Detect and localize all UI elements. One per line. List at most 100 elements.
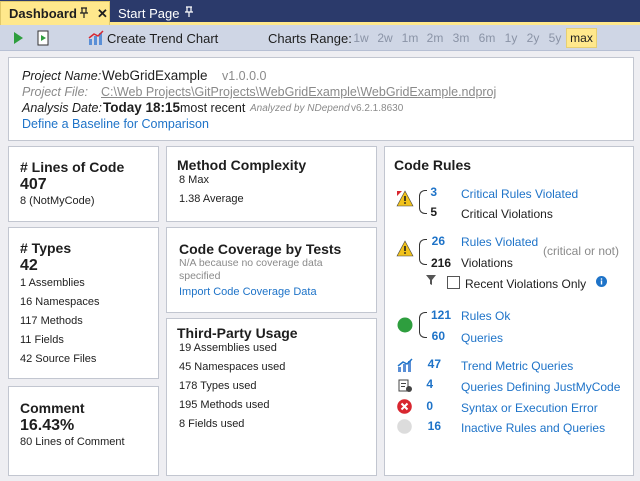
range-6m[interactable]: 6m <box>476 28 498 48</box>
pin-icon[interactable] <box>79 7 89 22</box>
code-rules-title: Code Rules <box>394 157 472 173</box>
loc-value[interactable]: 407 <box>20 176 47 194</box>
queries-link[interactable]: Queries <box>461 331 503 345</box>
types-source-files[interactable]: 42 Source Files <box>20 353 96 365</box>
syntax-error-count[interactable]: 0 <box>425 399 433 413</box>
coverage-title: Code Coverage by Tests <box>179 241 342 257</box>
create-trend-chart-button[interactable]: Create Trend Chart <box>107 31 218 46</box>
error-icon <box>397 399 412 417</box>
warning-icon <box>396 240 414 260</box>
loc-title: # Lines of Code <box>20 159 125 175</box>
inactive-status-icon <box>397 419 412 437</box>
range-max[interactable]: max <box>566 28 597 48</box>
trend-chart-icon[interactable] <box>88 30 104 46</box>
trend-metric-icon <box>397 357 413 376</box>
project-file-path[interactable]: C:\Web Projects\GitProjects\WebGridExamp… <box>101 85 496 99</box>
range-5y[interactable]: 5y <box>545 28 565 48</box>
rules-violated-link[interactable]: Rules Violated <box>461 235 538 249</box>
range-1w[interactable]: 1w <box>350 28 372 48</box>
analysis-date-label: Analysis Date: <box>22 101 102 115</box>
rules-violated-count[interactable]: 26 <box>425 234 445 248</box>
justmycode-icon <box>397 378 413 397</box>
run-analysis-icon[interactable] <box>10 30 26 46</box>
complexity-max[interactable]: 8 Max <box>179 174 209 186</box>
most-recent-label: most recent <box>180 101 246 115</box>
analysis-date: Today 18:15 <box>103 100 181 115</box>
rules-ok-count[interactable]: 121 <box>425 308 451 322</box>
close-icon[interactable]: ✕ <box>97 6 108 22</box>
info-icon[interactable] <box>596 276 607 290</box>
project-version: v1.0.0.0 <box>222 69 267 83</box>
queries-count[interactable]: 60 <box>425 329 445 343</box>
tab-start-page[interactable]: Start Page <box>110 1 202 25</box>
inactive-link[interactable]: Inactive Rules and Queries <box>461 421 605 435</box>
ok-status-icon <box>397 317 413 336</box>
range-1y[interactable]: 1y <box>501 28 521 48</box>
ndepend-version: v6.2.1.8630 <box>351 103 404 114</box>
comment-lines[interactable]: 80 Lines of Comment <box>20 436 125 448</box>
trend-metric-count[interactable]: 47 <box>425 357 441 371</box>
recent-violations-checkbox[interactable] <box>447 276 460 289</box>
coverage-na-line1: N/A because no coverage data <box>179 257 323 269</box>
tab-dashboard[interactable]: Dashboard ✕ <box>0 1 110 25</box>
inactive-count[interactable]: 16 <box>425 419 441 433</box>
recent-violations-label[interactable]: Recent Violations Only <box>465 277 586 291</box>
thirdparty-methods[interactable]: 195 Methods used <box>179 399 270 411</box>
critical-violations-label: Critical Violations <box>461 207 553 221</box>
complexity-average[interactable]: 1.38 Average <box>179 193 244 205</box>
critical-or-not-label: (critical or not) <box>543 244 620 258</box>
range-3m[interactable]: 3m <box>450 28 472 48</box>
thirdparty-namespaces[interactable]: 45 Namespaces used <box>179 361 285 373</box>
types-assemblies[interactable]: 1 Assemblies <box>20 277 85 289</box>
charts-range-label: Charts Range: <box>268 31 352 46</box>
thirdparty-title: Third-Party Usage <box>177 325 298 341</box>
coverage-na-line2: specified <box>179 270 221 282</box>
violations-count[interactable]: 216 <box>425 256 451 270</box>
lines-of-code-panel: # Lines of Code 407 8 (NotMyCode) <box>8 146 159 222</box>
comment-title: Comment <box>20 400 85 416</box>
types-panel: # Types 42 1 Assemblies 16 Namespaces 11… <box>8 227 159 379</box>
comment-panel: Comment 16.43% 80 Lines of Comment <box>8 386 159 476</box>
import-coverage-link[interactable]: Import Code Coverage Data <box>179 286 317 298</box>
justmycode-count[interactable]: 4 <box>425 377 433 391</box>
third-party-usage-panel: Third-Party Usage 19 Assemblies used 45 … <box>166 318 377 476</box>
pin-icon[interactable] <box>184 6 194 21</box>
project-name: WebGridExample <box>102 68 208 83</box>
thirdparty-assemblies[interactable]: 19 Assemblies used <box>179 342 277 354</box>
syntax-error-link[interactable]: Syntax or Execution Error <box>461 401 598 415</box>
critical-rules-link[interactable]: Critical Rules Violated <box>461 187 578 201</box>
critical-rules-count[interactable]: 3 <box>425 185 437 199</box>
document-tab-strip: Dashboard ✕ Start Page <box>0 0 640 25</box>
project-info-panel: Project Name: WebGridExample v1.0.0.0 Pr… <box>8 57 634 141</box>
code-coverage-panel: Code Coverage by Tests N/A because no co… <box>166 227 377 313</box>
dashboard-toolbar: Create Trend Chart Charts Range: 1w 2w 1… <box>0 25 640 51</box>
filter-icon <box>425 274 437 289</box>
comment-value[interactable]: 16.43% <box>20 417 74 435</box>
types-methods[interactable]: 117 Methods <box>20 315 83 327</box>
types-namespaces[interactable]: 16 Namespaces <box>20 296 100 308</box>
range-2m[interactable]: 2m <box>424 28 446 48</box>
project-name-label: Project Name: <box>22 69 102 83</box>
loc-notmycode[interactable]: 8 (NotMyCode) <box>20 195 95 207</box>
types-value[interactable]: 42 <box>20 257 38 275</box>
method-complexity-panel: Method Complexity 8 Max 1.38 Average <box>166 146 377 222</box>
violations-label: Violations <box>461 256 513 270</box>
types-fields[interactable]: 11 Fields <box>20 334 64 346</box>
project-file-label: Project File: <box>22 85 88 99</box>
justmycode-link[interactable]: Queries Defining JustMyCode <box>461 380 620 394</box>
range-2w[interactable]: 2w <box>374 28 396 48</box>
tab-dashboard-label: Dashboard <box>9 6 77 21</box>
code-rules-panel: Code Rules 3 Critical Rules Violated 5 C… <box>384 146 634 476</box>
trend-metric-link[interactable]: Trend Metric Queries <box>461 359 573 373</box>
thirdparty-fields[interactable]: 8 Fields used <box>179 418 244 430</box>
critical-warning-icon <box>396 190 414 210</box>
tab-start-page-label: Start Page <box>118 5 180 21</box>
rules-ok-link[interactable]: Rules Ok <box>461 309 510 323</box>
range-1m[interactable]: 1m <box>399 28 421 48</box>
define-baseline-link[interactable]: Define a Baseline for Comparison <box>22 117 209 131</box>
range-2y[interactable]: 2y <box>523 28 543 48</box>
critical-violations-count[interactable]: 5 <box>425 205 437 219</box>
refresh-analysis-icon[interactable] <box>35 30 51 46</box>
types-title: # Types <box>20 240 72 256</box>
thirdparty-types[interactable]: 178 Types used <box>179 380 256 392</box>
